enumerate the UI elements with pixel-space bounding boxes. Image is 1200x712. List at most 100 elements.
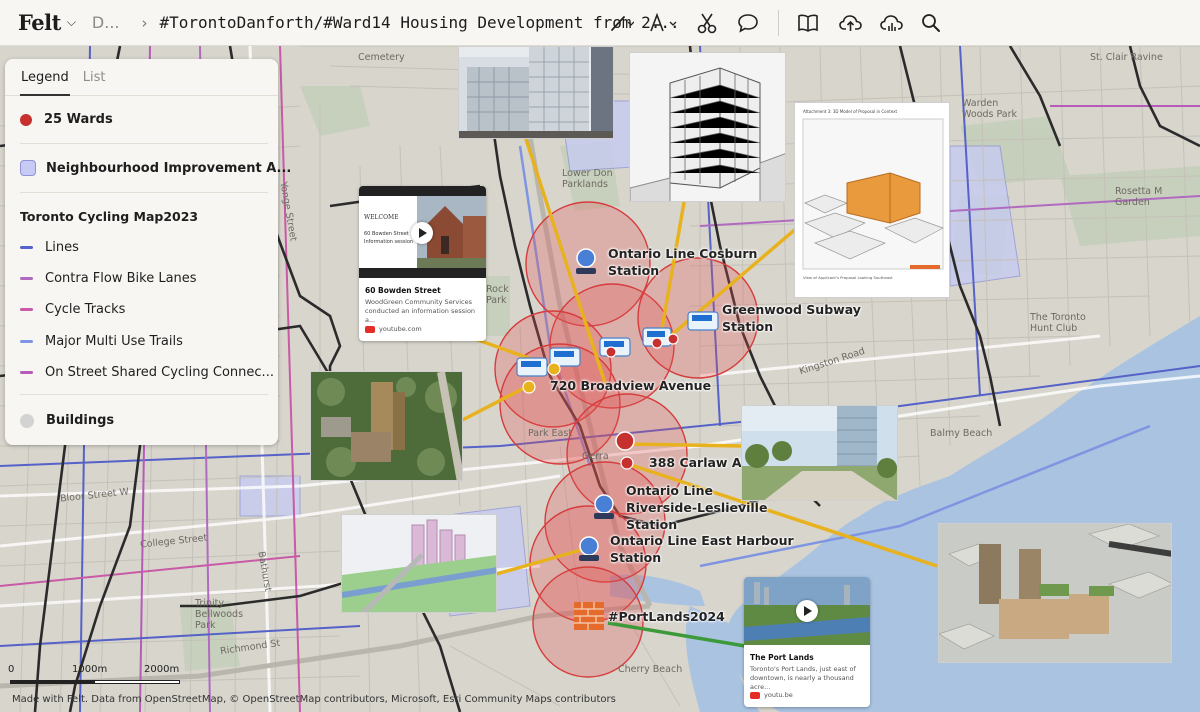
legend-item-neighbourhood[interactable]: Neighbourhood Improvement A... <box>20 160 291 176</box>
comment-icon <box>738 14 758 33</box>
bowden-card-description: WoodGreen Community Services conducted a… <box>365 298 476 324</box>
map-title[interactable]: #TorontoDanforth/#Ward14 Housing Develop… <box>160 13 680 32</box>
legend-item-label: Cycle Tracks <box>45 302 126 317</box>
portlands-card-description: Toronto's Port Lands, just east of downt… <box>750 665 856 691</box>
label-st-clair-ravine: St. Clair Ravine <box>1090 52 1163 63</box>
bowden-thumb-heading: WELCOME <box>364 214 399 221</box>
legend-divider <box>20 394 268 395</box>
legend-item-label: Contra Flow Bike Lanes <box>45 271 197 286</box>
line-swatch-icon <box>20 371 33 374</box>
carlaw-rendering-graphic <box>742 406 897 500</box>
chevron-right-icon: › <box>141 13 148 32</box>
bowden-street-video-card[interactable]: WELCOME 60 Bowden Street Information ses… <box>359 186 486 341</box>
bowden-card-source[interactable]: youtube.com <box>365 325 422 333</box>
data-tool[interactable] <box>880 11 904 35</box>
polygon-swatch-icon <box>20 160 36 176</box>
line-swatch-icon <box>20 277 33 280</box>
line-swatch-icon <box>20 308 33 311</box>
label-balmy-beach: Balmy Beach <box>930 428 993 439</box>
label-rosetta: Rosetta M Garden <box>1115 186 1163 208</box>
label-gerrard: Gerra <box>582 451 609 462</box>
label-greenwood-station[interactable]: Greenwood Subway Station <box>722 301 861 335</box>
top-toolbar: Felt ⌵ D... › #TorontoDanforth/#Ward14 H… <box>0 0 1200 46</box>
legend-item-label: Buildings <box>46 413 115 428</box>
bowden-source-text: youtube.com <box>379 325 422 333</box>
label-720-broadview[interactable]: 720 Broadview Avenue <box>550 377 711 394</box>
proposal-context-graphic <box>802 118 944 270</box>
legend-item-lines[interactable]: Lines <box>20 240 79 255</box>
legend-divider <box>20 192 268 193</box>
legend-item-label: 25 Wards <box>44 112 113 127</box>
legend-item-contra-flow[interactable]: Contra Flow Bike Lanes <box>20 271 197 286</box>
legend-item-shared-cycling[interactable]: On Street Shared Cycling Connec... <box>20 365 274 380</box>
text-a-icon <box>650 12 677 32</box>
legend-panel: Legend List 25 Wards Neighbourhood Impro… <box>5 59 291 445</box>
scissors-icon <box>697 13 717 34</box>
grey-dot-icon <box>20 413 34 428</box>
carlaw-rendering-image[interactable] <box>741 405 898 501</box>
cosburn-marker <box>576 248 596 274</box>
label-park-east: Park East <box>528 428 573 439</box>
line-swatch-icon <box>20 340 33 343</box>
label-warden-woods: Warden Woods Park <box>962 98 1017 120</box>
legend-item-buildings[interactable]: Buildings <box>20 413 114 428</box>
scale-end: 2000m <box>144 664 180 675</box>
felt-logo[interactable]: Felt <box>18 10 61 35</box>
comment-tool[interactable] <box>737 11 759 35</box>
legend-item-label: Major Multi Use Trails <box>45 334 183 349</box>
search-tool[interactable] <box>920 11 942 35</box>
building-3d-model-graphic <box>630 53 785 201</box>
east-harbour-rendering-image[interactable] <box>341 514 497 613</box>
legend-tabs: Legend List <box>5 59 278 96</box>
label-trinity: Trinity Bellwoods Park <box>195 598 244 631</box>
red-dot-icon <box>20 113 32 126</box>
tower-rendering-graphic <box>459 47 613 138</box>
portlands-aerial-rendering[interactable] <box>938 523 1172 663</box>
aerial-broadview-image[interactable] <box>310 371 463 481</box>
label-rock-park: Rock Park <box>486 284 509 306</box>
legend-group-cycling[interactable]: Toronto Cycling Map2023 <box>20 209 198 224</box>
search-icon <box>922 14 940 32</box>
bowden-card-title: 60 Bowden Street <box>365 286 441 295</box>
portlands-aerial-graphic <box>939 524 1171 662</box>
breadcrumb-folder[interactable]: D... <box>92 13 120 32</box>
bowden-thumb-text: 60 Bowden Street Information session <box>364 231 414 245</box>
doc-caption: View of Applicant's Proposal Looking Sou… <box>803 275 893 280</box>
map-attribution[interactable]: Made with Felt. Data from OpenStreetMap,… <box>12 694 616 705</box>
tab-list[interactable]: List <box>82 70 107 96</box>
book-icon <box>798 14 818 32</box>
legend-item-multi-use-trails[interactable]: Major Multi Use Trails <box>20 334 183 349</box>
play-button-icon[interactable] <box>411 222 433 244</box>
proposal-document-image[interactable]: Attachment 3: 3D Model of Proposal in Co… <box>794 102 950 298</box>
bowden-thumbnail: WELCOME 60 Bowden Street Information ses… <box>359 186 486 278</box>
upload-tool[interactable] <box>839 11 863 35</box>
legend-item-label: Neighbourhood Improvement A... <box>46 160 292 176</box>
east-harbour-rendering-graphic <box>342 515 496 612</box>
chevron-down-icon[interactable]: ⌵ <box>67 15 76 30</box>
label-cemetery: Cemetery <box>358 52 405 63</box>
legend-item-wards[interactable]: 25 Wards <box>20 112 113 127</box>
label-toronto-hunt: The Toronto Hunt Club <box>1030 312 1086 334</box>
line-swatch-icon <box>20 246 33 249</box>
label-portlands-2024[interactable]: #PortLands2024 <box>608 608 725 625</box>
label-cosburn-station[interactable]: Ontario Line Cosburn Station <box>608 245 757 279</box>
tab-legend[interactable]: Legend <box>20 70 70 96</box>
tower-rendering-image[interactable] <box>458 46 614 139</box>
label-east-harbour-station[interactable]: Ontario Line East Harbour Station <box>610 532 794 566</box>
label-lower-don: Lower Don Parklands <box>562 168 613 190</box>
portlands-video-card[interactable]: The Port Lands Toronto's Port Lands, jus… <box>744 577 870 707</box>
building-3d-model-image[interactable] <box>629 52 786 202</box>
draw-line-tool[interactable] <box>608 11 634 35</box>
portlands-card-title: The Port Lands <box>750 653 814 662</box>
toolbar-divider <box>778 10 779 36</box>
youtube-icon <box>750 691 760 699</box>
legend-item-cycle-tracks[interactable]: Cycle Tracks <box>20 302 125 317</box>
scissors-tool[interactable] <box>696 11 718 35</box>
scale-zero: 0 <box>8 664 15 675</box>
riverside-marker <box>594 494 614 519</box>
text-tool[interactable] <box>648 11 678 35</box>
library-tool[interactable] <box>797 11 819 35</box>
label-cherry-beach: Cherry Beach <box>618 664 683 675</box>
portlands-card-source[interactable]: youtu.be <box>750 691 793 699</box>
play-button-icon[interactable] <box>796 600 818 622</box>
